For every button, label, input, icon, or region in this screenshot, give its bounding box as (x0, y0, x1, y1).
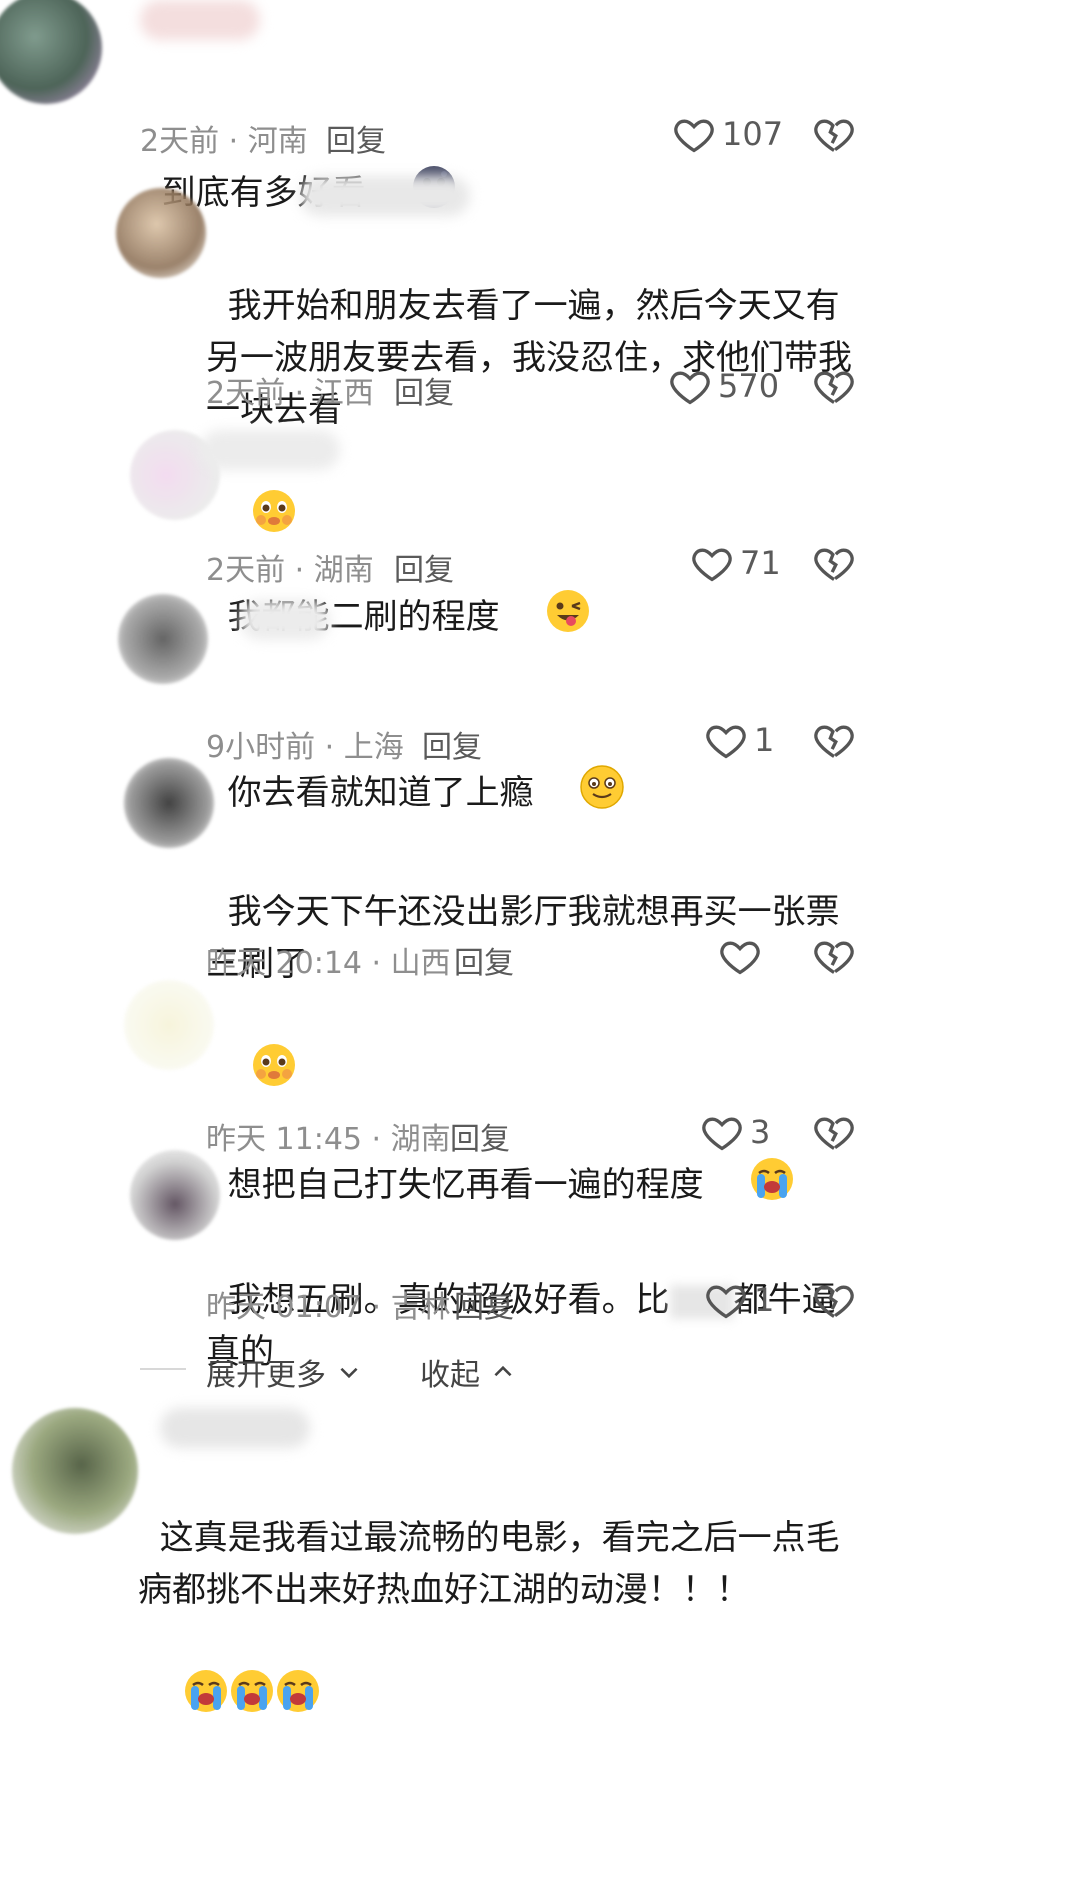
heart-icon (674, 119, 714, 153)
avatar[interactable] (0, 0, 102, 104)
like-button[interactable]: 3 (700, 1110, 770, 1154)
comment-meta: 2天前 · 江西 (206, 376, 374, 411)
comment-meta: 昨天 20:14 · 山西 (206, 946, 451, 981)
avatar[interactable] (118, 594, 208, 684)
heart-icon (720, 941, 760, 975)
comment-meta: 9小时前 · 上海 (206, 730, 404, 765)
chevron-down-icon (340, 1367, 358, 1379)
like-button[interactable]: 107 (672, 112, 783, 156)
like-button[interactable]: 71 (690, 541, 781, 585)
comment-text-4: 你去看就知道了上瘾 (227, 773, 534, 813)
like-button[interactable]: 1 (704, 1278, 774, 1322)
broken-heart-icon[interactable] (812, 364, 856, 408)
like-button[interactable]: 570 (668, 364, 779, 408)
broken-heart-icon[interactable] (812, 1110, 856, 1154)
chevron-up-icon (494, 1365, 512, 1377)
like-count: 107 (722, 115, 784, 153)
like-count: 1 (754, 1281, 775, 1319)
like-count: 3 (750, 1113, 771, 1151)
divider (140, 1368, 186, 1370)
username-blurred (140, 0, 260, 40)
comment-text-6: 想把自己打失忆再看一遍的程度 (227, 1165, 704, 1205)
collapse-button[interactable]: 收起 (420, 1350, 516, 1394)
comment-meta: 2天前 · 湖南 (206, 553, 374, 588)
reply-button[interactable]: 回复 (454, 938, 514, 982)
broken-heart-icon[interactable] (812, 1278, 856, 1322)
reply-button[interactable]: 回复 (454, 1282, 514, 1326)
heart-icon (702, 1117, 742, 1151)
loudly-crying-face-icon (140, 1616, 321, 1781)
comment-meta: 昨天 01:07 · 吉林 (206, 1290, 451, 1325)
username-blurred (200, 430, 340, 470)
comment-text-last: 这真是我看过最流畅的电影，看完之后一点毛病都挑不出来好热血好江湖的动漫！！！ (138, 1518, 840, 1610)
comment-meta: 2天前 · 河南 (140, 124, 308, 159)
like-button[interactable]: 1 (704, 718, 774, 762)
reply-button[interactable]: 回复 (422, 722, 482, 766)
avatar[interactable] (116, 188, 206, 278)
reply-button[interactable]: 回复 (394, 368, 454, 412)
like-count: 1 (754, 721, 775, 759)
avatar[interactable] (124, 758, 214, 848)
expand-more-button[interactable]: 展开更多 (206, 1350, 362, 1394)
reply-button[interactable]: 回复 (394, 545, 454, 589)
broken-heart-icon[interactable] (812, 718, 856, 762)
broken-heart-icon[interactable] (812, 541, 856, 585)
username-blurred (300, 176, 470, 216)
heart-icon (692, 548, 732, 582)
comment-meta: 昨天 11:45 · 湖南 (206, 1122, 451, 1157)
comment-text: 这真是我看过最流畅的电影，看完之后一点毛病都挑不出来好热血好江湖的动漫！！！ (138, 1460, 858, 1781)
like-count: 570 (718, 367, 780, 405)
username-blurred (240, 600, 330, 640)
username-blurred (160, 1408, 310, 1448)
expand-more-label: 展开更多 (206, 1358, 326, 1393)
heart-icon (670, 371, 710, 405)
avatar[interactable] (12, 1408, 138, 1534)
heart-icon (706, 1285, 746, 1319)
broken-heart-icon[interactable] (812, 934, 856, 978)
reply-button[interactable]: 回复 (450, 1114, 510, 1158)
collapse-label: 收起 (420, 1358, 480, 1393)
like-count: 71 (740, 544, 781, 582)
avatar[interactable] (124, 980, 214, 1070)
heart-icon (706, 725, 746, 759)
like-button[interactable] (718, 934, 768, 978)
broken-heart-icon[interactable] (812, 112, 856, 156)
reply-button[interactable]: 回复 (326, 116, 386, 160)
